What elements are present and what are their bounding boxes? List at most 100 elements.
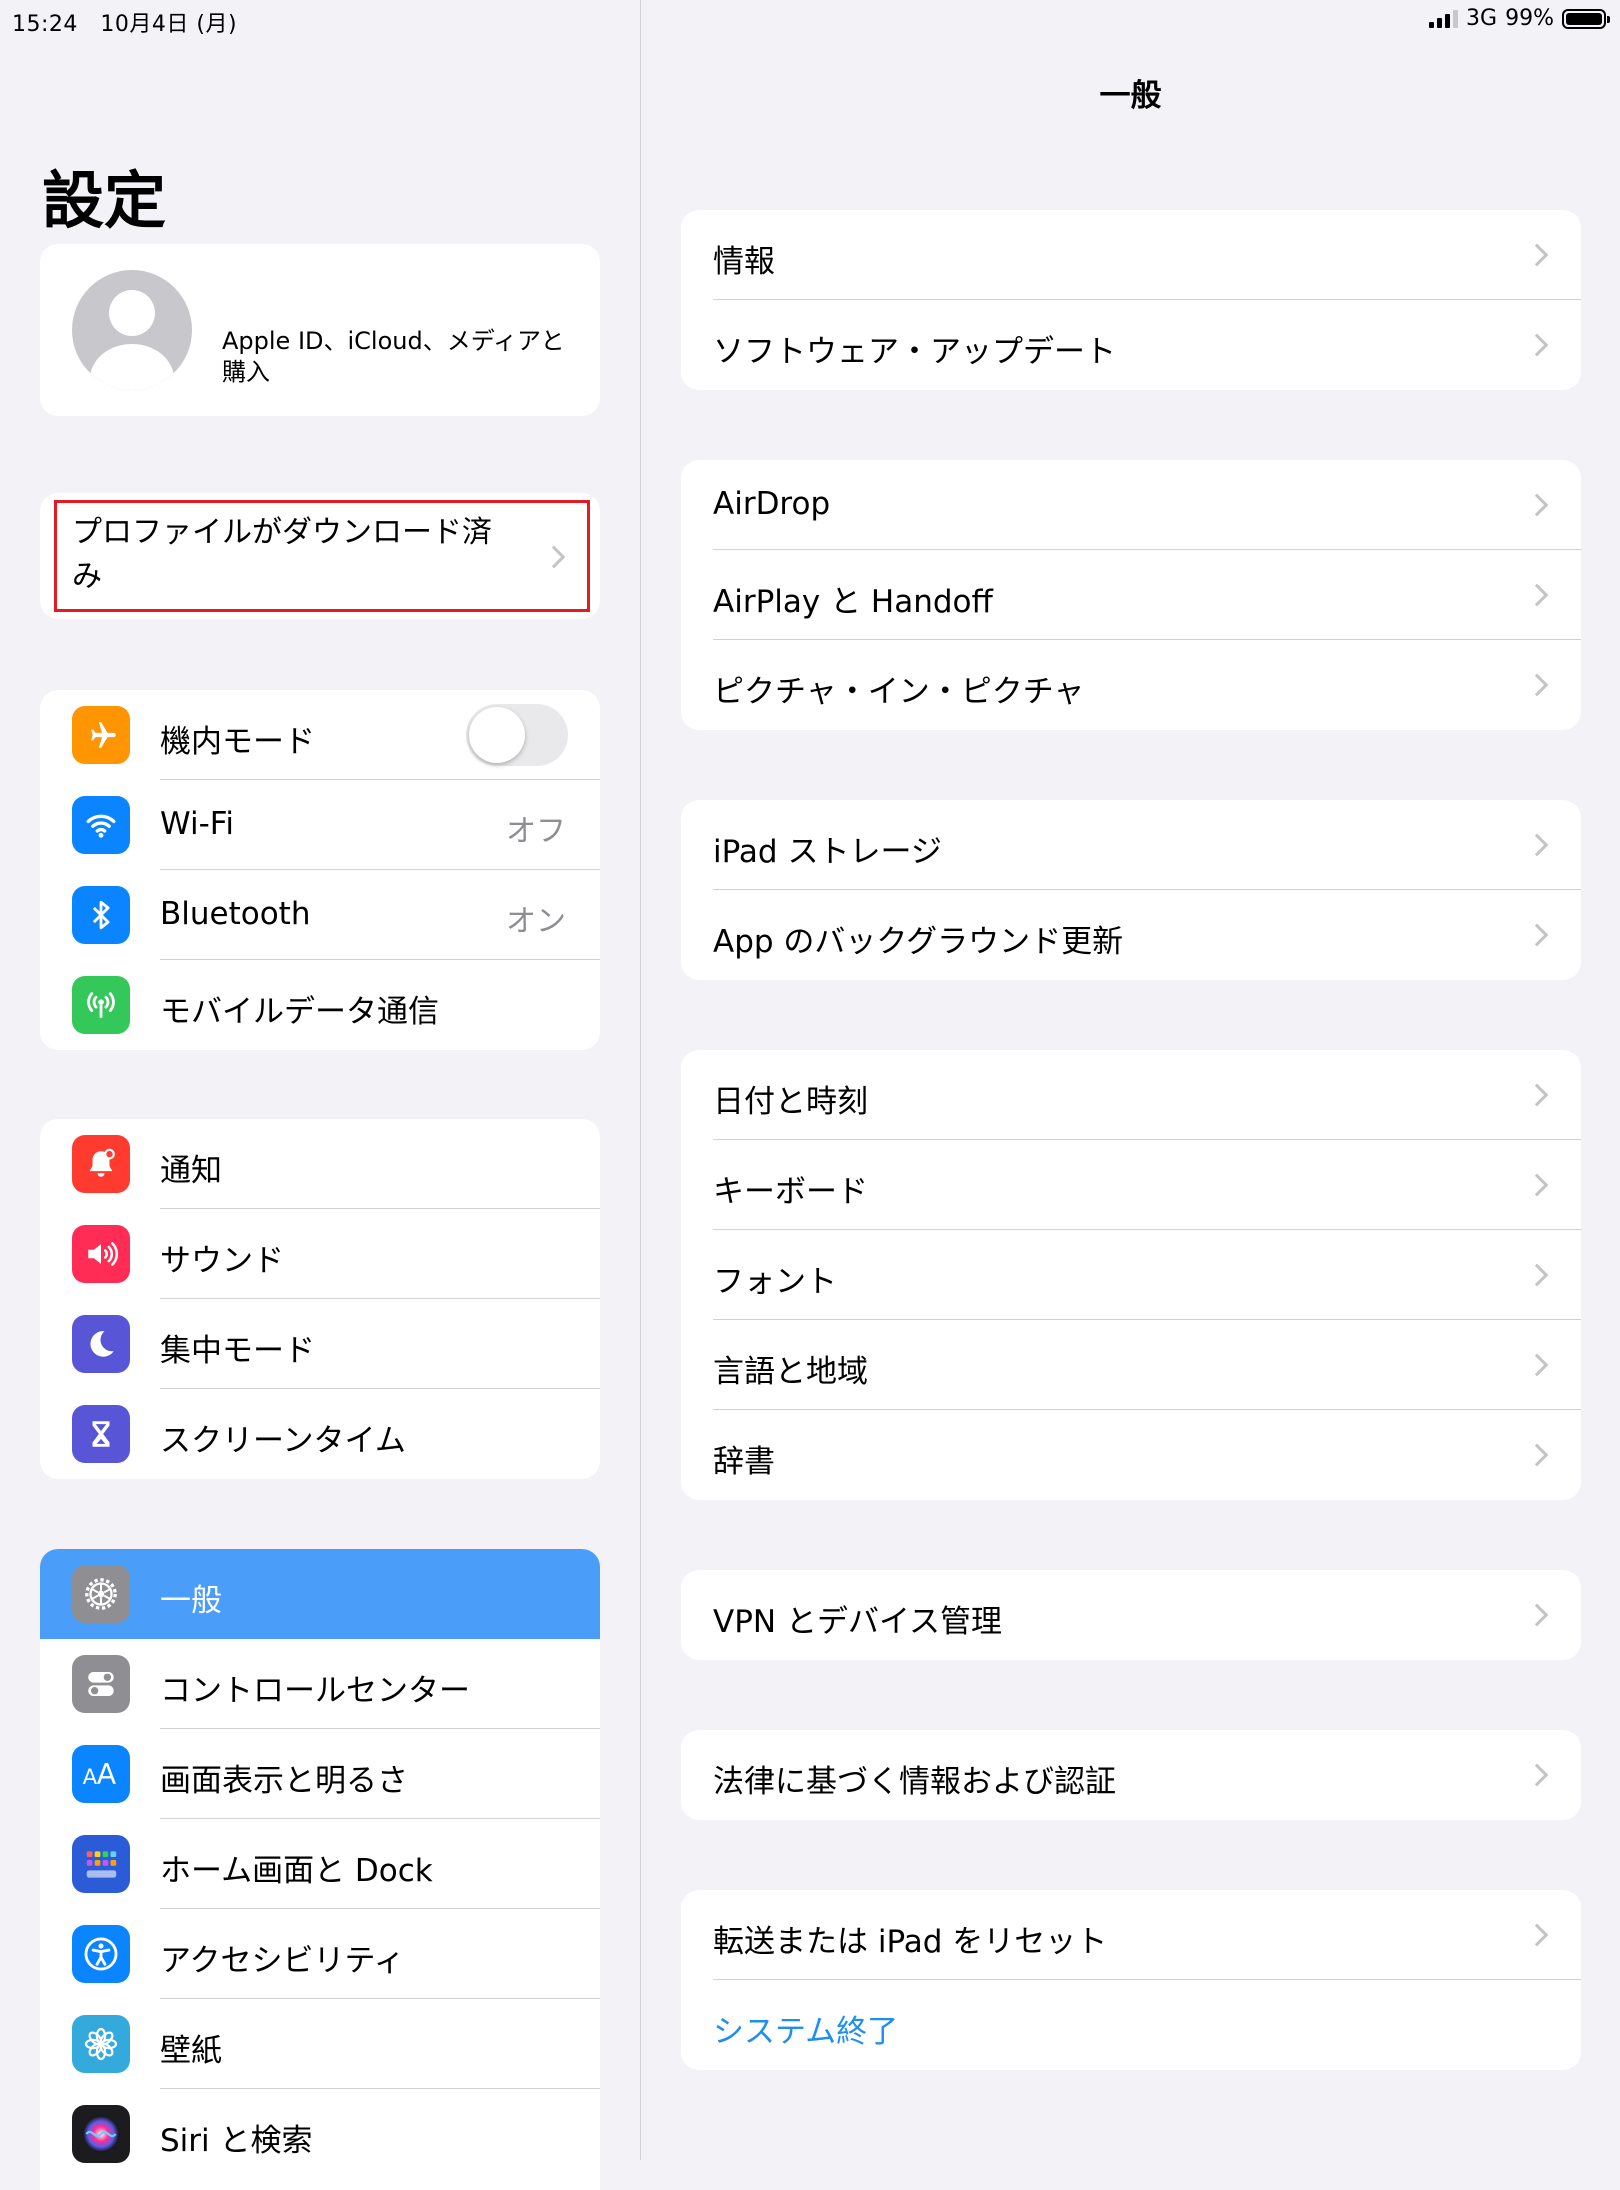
- sidebar-item[interactable]: Bluetooth オン: [40, 870, 600, 960]
- settings-row[interactable]: 辞書: [681, 1410, 1581, 1500]
- sidebar-item[interactable]: スクリーンタイム: [40, 1389, 600, 1479]
- sidebar-item-label: サウンド: [160, 1243, 284, 1279]
- settings-row-label: フォント: [713, 1264, 837, 1300]
- sidebar-item-label: 集中モード: [160, 1333, 315, 1369]
- settings-row[interactable]: 法律に基づく情報および認証: [681, 1730, 1581, 1820]
- settings-row-label: 日付と時刻: [713, 1084, 868, 1120]
- chevron-right-icon: [1525, 1173, 1549, 1197]
- speaker-icon: [72, 1225, 130, 1283]
- settings-row[interactable]: キーボード: [681, 1140, 1581, 1230]
- settings-group: 日付と時刻キーボードフォント言語と地域辞書: [681, 1050, 1581, 1500]
- sidebar-item[interactable]: 一般: [40, 1549, 600, 1639]
- settings-group: iPad ストレージ App のバックグラウンド更新: [681, 800, 1581, 980]
- sidebar-item[interactable]: アクセシビリティ: [40, 1909, 600, 1999]
- accessibility-icon: [72, 1925, 130, 1983]
- settings-row[interactable]: ピクチャ・イン・ピクチャ: [681, 640, 1581, 730]
- settings-row[interactable]: AirDrop: [681, 460, 1581, 550]
- settings-row-label: ソフトウェア・アップデート: [713, 334, 1116, 370]
- settings-group: 情報ソフトウェア・アップデート: [681, 210, 1581, 390]
- settings-row[interactable]: iPad ストレージ: [681, 800, 1581, 890]
- settings-row[interactable]: 転送または iPad をリセット: [681, 1890, 1581, 1980]
- sidebar-item[interactable]: A A 画面表示と明るさ: [40, 1729, 600, 1819]
- sidebar-item[interactable]: ホーム画面と Dock: [40, 1819, 600, 1909]
- sidebar-item-label: 一般: [160, 1583, 222, 1619]
- settings-row-label: 言語と地域: [713, 1354, 868, 1390]
- settings-row[interactable]: AirPlay と Handoff: [681, 550, 1581, 640]
- moon-icon: [72, 1315, 130, 1373]
- wifi-icon: [72, 796, 130, 854]
- svg-text:A: A: [83, 1765, 98, 1790]
- gear-icon: [72, 1565, 130, 1623]
- chevron-right-icon: [1525, 673, 1549, 697]
- grid-icon: [72, 1835, 130, 1893]
- settings-group: 転送または iPad をリセット システム終了: [681, 1890, 1581, 2070]
- chevron-right-icon: [1525, 1923, 1549, 1947]
- sidebar-item[interactable]: 通知: [40, 1119, 600, 1209]
- sidebar-group: 通知サウンド集中モードスクリーンタイム: [40, 1119, 600, 1479]
- chevron-right-icon: [1525, 333, 1549, 357]
- svg-text:A: A: [97, 1758, 117, 1791]
- settings-row-label: iPad ストレージ: [713, 834, 942, 870]
- sidebar-item[interactable]: サウンド: [40, 1209, 600, 1299]
- sidebar-item[interactable]: Wi-Fi オフ: [40, 780, 600, 870]
- settings-row[interactable]: 情報: [681, 210, 1581, 300]
- sidebar-item[interactable]: Siri と検索: [40, 2089, 600, 2179]
- chevron-right-icon: [1525, 833, 1549, 857]
- sidebar-item-label: アクセシビリティ: [160, 1943, 405, 1979]
- apple-id-label: Apple ID、iCloud、メディアと購入: [222, 327, 565, 386]
- flower-icon: [72, 2015, 130, 2073]
- sidebar-item-label: ホーム画面と Dock: [160, 1853, 433, 1889]
- sidebar-item[interactable]: モバイルデータ通信: [40, 960, 600, 1050]
- apple-id-card[interactable]: Apple ID、iCloud、メディアと購入: [40, 244, 600, 416]
- chevron-right-icon: [1525, 1353, 1549, 1377]
- settings-group: AirDrop AirPlay と Handoff ピクチャ・イン・ピクチャ: [681, 460, 1581, 730]
- detail-title: 一般: [1099, 78, 1162, 114]
- settings-row-label: 辞書: [713, 1444, 775, 1480]
- highlight-annotation: [54, 500, 590, 612]
- chevron-right-icon: [1525, 1603, 1549, 1627]
- settings-row-label: ピクチャ・イン・ピクチャ: [713, 674, 1085, 710]
- settings-row[interactable]: 言語と地域: [681, 1320, 1581, 1410]
- settings-row-label: 法律に基づく情報および認証: [713, 1764, 1116, 1800]
- settings-row-label: キーボード: [713, 1174, 868, 1210]
- settings-row-label: システム終了: [713, 2014, 899, 2050]
- chevron-right-icon: [1525, 583, 1549, 607]
- settings-row[interactable]: App のバックグラウンド更新: [681, 890, 1581, 980]
- chevron-right-icon: [1525, 1083, 1549, 1107]
- settings-group: 法律に基づく情報および認証: [681, 1730, 1581, 1820]
- sidebar-item-label: 壁紙: [160, 2033, 222, 2069]
- settings-row-label: App のバックグラウンド更新: [713, 924, 1124, 960]
- chevron-right-icon: [1525, 1443, 1549, 1467]
- sidebar-item[interactable]: 機内モード: [40, 690, 600, 780]
- bluetooth-icon: [72, 886, 130, 944]
- settings-row-label: AirDrop: [713, 486, 831, 522]
- sidebar-item-label: 機内モード: [160, 724, 315, 760]
- settings-row[interactable]: フォント: [681, 1230, 1581, 1320]
- sidebar-item[interactable]: コントロールセンター: [40, 1639, 600, 1729]
- chevron-right-icon: [1525, 243, 1549, 267]
- sidebar-item-label: 画面表示と明るさ: [160, 1763, 408, 1799]
- settings-row[interactable]: ソフトウェア・アップデート: [681, 300, 1581, 390]
- sidebar-item[interactable]: 壁紙: [40, 1999, 600, 2089]
- sidebar-item[interactable]: 集中モード: [40, 1299, 600, 1389]
- settings-row-label: AirPlay と Handoff: [713, 584, 993, 620]
- sidebar-item-label: Wi-Fi: [160, 806, 234, 842]
- bell-icon: [72, 1135, 130, 1193]
- general-detail-pane: 一般 情報ソフトウェア・アップデート AirDrop AirPlay と Hando…: [641, 0, 1620, 2160]
- sidebar-item-label: Siri と検索: [160, 2123, 313, 2159]
- sidebar-group: 機内モード Wi-Fi オフ Bluetooth オン モバイルデータ通信: [40, 690, 600, 1050]
- settings-row[interactable]: VPN とデバイス管理: [681, 1570, 1581, 1660]
- settings-row-label: 転送または iPad をリセット: [713, 1924, 1108, 1960]
- settings-row[interactable]: 日付と時刻: [681, 1050, 1581, 1140]
- chevron-right-icon: [1525, 1763, 1549, 1787]
- avatar: [72, 270, 192, 390]
- airplane-mode-toggle[interactable]: [466, 704, 568, 766]
- airplane-icon: [72, 706, 130, 764]
- settings-row-label: 情報: [713, 244, 775, 280]
- chevron-right-icon: [1525, 923, 1549, 947]
- sidebar-group: 一般コントロールセンター A A 画面表示と明るさ ホーム画面と Dock アクセシビリテ…: [40, 1549, 600, 2190]
- shutdown-button[interactable]: システム終了: [681, 1980, 1581, 2070]
- sidebar-item-value: オフ: [506, 814, 566, 849]
- hourglass-icon: [72, 1405, 130, 1463]
- settings-group: VPN とデバイス管理: [681, 1570, 1581, 1660]
